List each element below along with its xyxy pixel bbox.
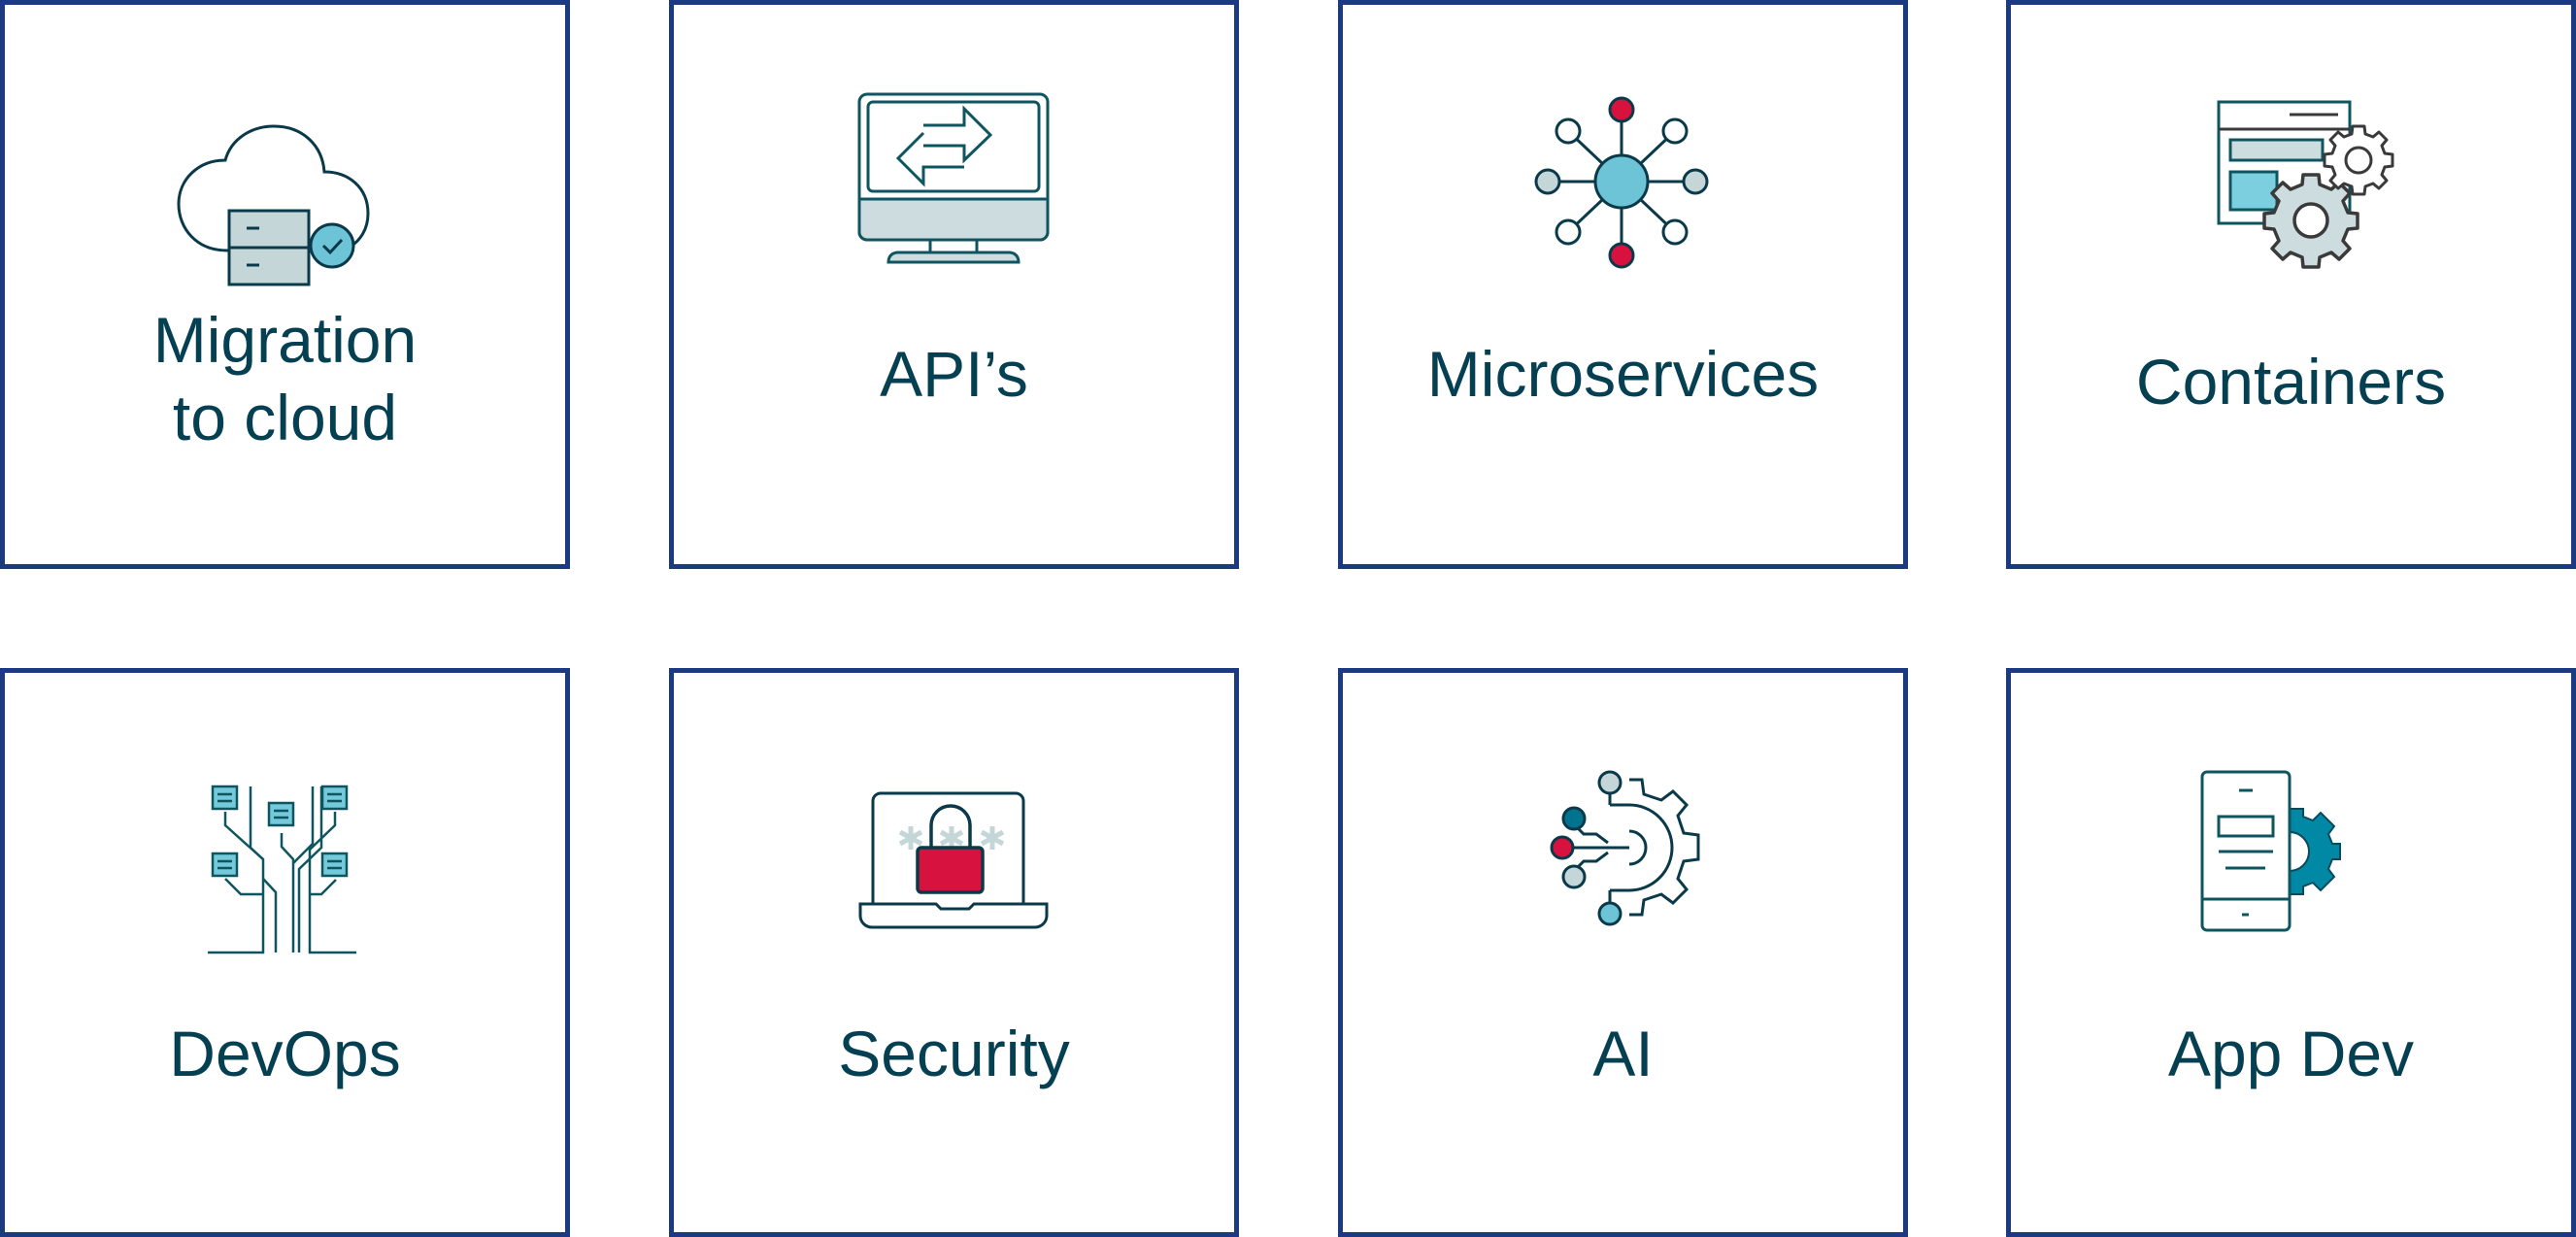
- card-apis[interactable]: API’s: [669, 0, 1239, 569]
- mobile-gear-icon: [2175, 751, 2408, 964]
- label-line-1: App Dev: [2167, 1018, 2415, 1089]
- monitor-exchange-arrows-icon: [838, 83, 1071, 296]
- card-label: DevOps: [5, 1015, 565, 1092]
- laptop-padlock-icon: [838, 751, 1071, 964]
- card-devops[interactable]: DevOps: [0, 668, 570, 1237]
- label-line-1: DevOps: [169, 1018, 401, 1089]
- card-label: Microservices: [1343, 335, 1903, 413]
- card-label: Security: [674, 1015, 1234, 1092]
- card-label: AI: [1343, 1015, 1903, 1092]
- card-migration-to-cloud[interactable]: Migration to cloud: [0, 0, 570, 569]
- label-line-1: Microservices: [1426, 338, 1820, 410]
- card-containers[interactable]: Containers: [2006, 0, 2576, 569]
- label-line-1: Containers: [2135, 346, 2447, 418]
- card-label: API’s: [674, 335, 1234, 413]
- label-line-2: to cloud: [172, 382, 398, 453]
- card-app-dev[interactable]: App Dev: [2006, 668, 2576, 1237]
- label-line-1: AI: [1592, 1018, 1654, 1089]
- card-label: Migration to cloud: [5, 301, 565, 456]
- window-gears-icon: [2175, 83, 2408, 296]
- card-label: Containers: [2011, 343, 2571, 420]
- label-line-1: Security: [838, 1018, 1070, 1089]
- label-line-1: API’s: [880, 338, 1028, 410]
- ai-gear-nodes-icon: [1507, 751, 1740, 964]
- card-microservices[interactable]: Microservices: [1338, 0, 1908, 569]
- circuit-tree-icon: [169, 751, 402, 964]
- cloud-server-check-icon: [169, 83, 402, 296]
- card-label: App Dev: [2011, 1015, 2571, 1092]
- label-line-1: Migration: [152, 304, 418, 376]
- hub-network-icon: [1507, 83, 1740, 296]
- card-security[interactable]: Security: [669, 668, 1239, 1237]
- card-ai[interactable]: AI: [1338, 668, 1908, 1237]
